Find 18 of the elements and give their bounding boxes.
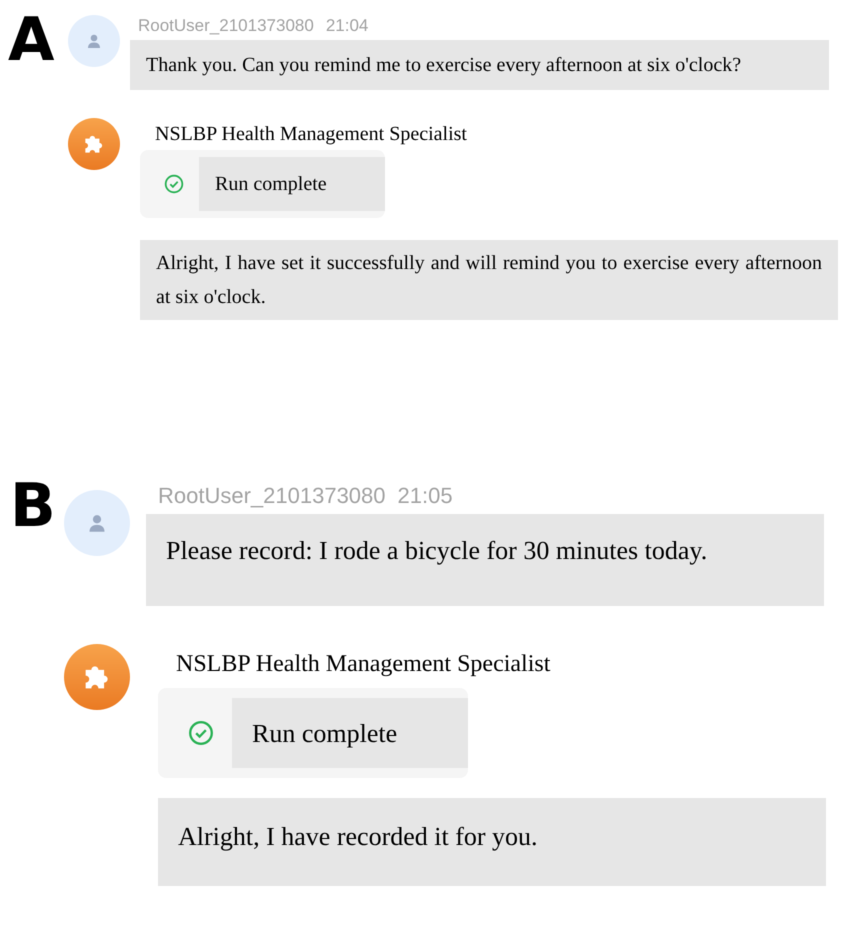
user-avatar xyxy=(68,15,120,67)
bot-message: Alright, I have set it successfully and will remind you to exercise every afternoon at six o'clock. xyxy=(140,240,838,320)
run-status: Run complete xyxy=(199,157,385,211)
check-icon xyxy=(188,720,214,746)
bot-name: NSLBP Health Management Specialist xyxy=(154,122,468,147)
plugin-avatar xyxy=(68,118,120,170)
bot-message: Alright, I have recorded it for you. xyxy=(158,798,826,886)
user-message: Thank you. Can you remind me to exercise every afternoon at six o'clock? xyxy=(130,40,829,90)
bot-name: NSLBP Health Management Specialist xyxy=(175,650,552,679)
run-status: Run complete xyxy=(232,698,468,768)
username: RootUser_2101373080 xyxy=(138,15,314,37)
message-time: 21:04 xyxy=(326,15,368,37)
user-message: Please record: I rode a bicycle for 30 minutes today. xyxy=(146,514,824,606)
message-time: 21:05 xyxy=(398,482,453,510)
panel-label: A xyxy=(7,12,56,68)
username: RootUser_2101373080 xyxy=(158,482,386,510)
check-icon xyxy=(164,174,184,194)
panel-label: B xyxy=(9,478,57,534)
